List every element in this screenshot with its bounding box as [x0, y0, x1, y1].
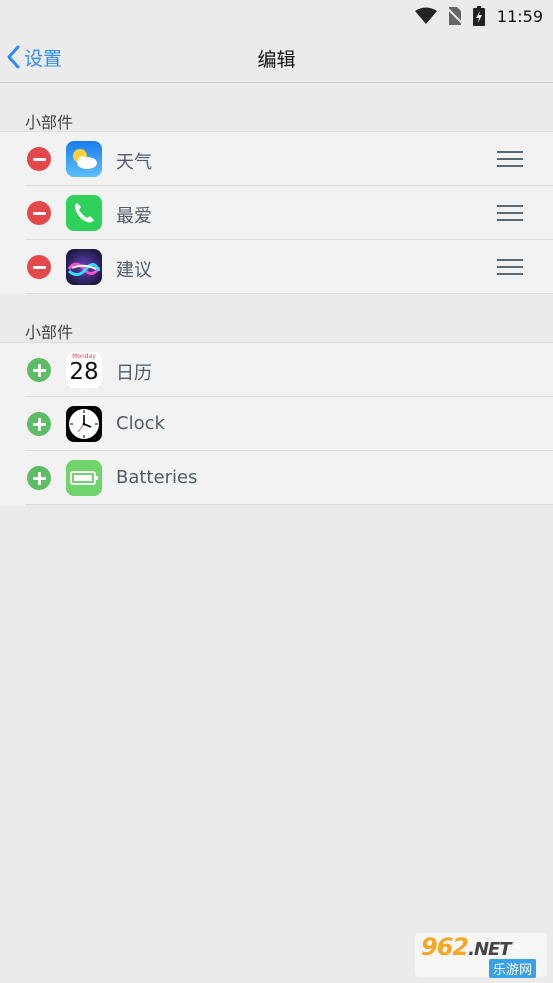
- reorder-handle[interactable]: [497, 149, 523, 169]
- reorder-handle[interactable]: [497, 203, 523, 223]
- battery-icon: [66, 460, 102, 496]
- section-header-available: 小部件: [25, 323, 74, 342]
- reorder-handle[interactable]: [497, 257, 523, 277]
- add-button[interactable]: [27, 358, 51, 382]
- list-item-label: Batteries: [116, 467, 198, 488]
- weather-icon: [66, 141, 102, 177]
- list-item-label: Clock: [116, 413, 165, 434]
- no-sim-icon: [446, 7, 463, 25]
- watermark-site: 乐游网: [489, 959, 537, 978]
- list-item-label: 最爱: [116, 206, 152, 227]
- clock-icon: [66, 406, 102, 442]
- list-item: 建议: [0, 240, 553, 294]
- active-widgets-list: 天气 最爱 建议: [0, 131, 553, 294]
- add-button[interactable]: [27, 466, 51, 490]
- page-title: 编辑: [257, 49, 296, 71]
- site-watermark: 962.NET 乐游网: [415, 933, 547, 978]
- remove-button[interactable]: [27, 201, 51, 225]
- list-item: Clock: [0, 397, 553, 451]
- navigation-bar: 设置 编辑: [0, 32, 553, 83]
- watermark-suffix: .NET: [468, 939, 511, 960]
- battery-charging-icon: [472, 6, 485, 26]
- calendar-date: 28: [69, 359, 99, 385]
- available-widgets-list: Monday 28 日历 Clock Batteries: [0, 342, 553, 505]
- add-button[interactable]: [27, 412, 51, 436]
- calendar-icon: Monday 28: [66, 352, 102, 388]
- watermark-logo: 962.NET: [421, 933, 512, 961]
- list-item: Monday 28 日历: [0, 343, 553, 397]
- status-time: 11:59: [496, 6, 543, 26]
- list-item-label: 建议: [116, 260, 152, 281]
- section-header-active: 小部件: [25, 113, 74, 132]
- list-item: 天气: [0, 132, 553, 186]
- watermark-brand: 962: [421, 933, 469, 961]
- status-bar: 11:59: [0, 0, 553, 32]
- list-item: 最爱: [0, 186, 553, 240]
- phone-icon: [66, 195, 102, 231]
- list-item-label: 天气: [116, 152, 152, 173]
- list-item-label: 日历: [116, 363, 152, 384]
- wifi-icon: [414, 7, 437, 24]
- list-item: Batteries: [0, 451, 553, 505]
- remove-button[interactable]: [27, 147, 51, 171]
- siri-icon: [66, 249, 102, 285]
- remove-button[interactable]: [27, 255, 51, 279]
